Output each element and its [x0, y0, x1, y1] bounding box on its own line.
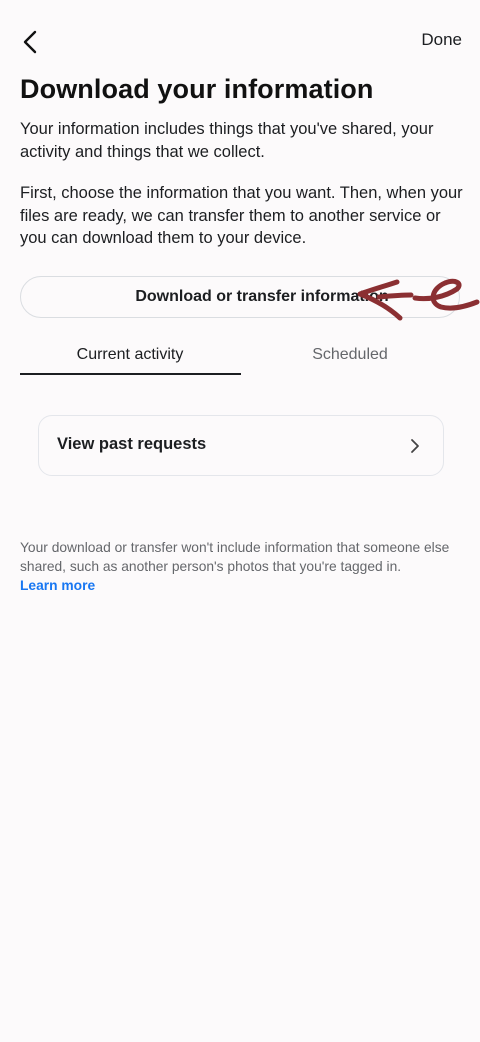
download-or-transfer-label: Download or transfer information: [135, 288, 389, 305]
tab-current-activity[interactable]: Current activity: [20, 336, 240, 374]
chevron-left-icon: [23, 30, 37, 54]
page-title: Download your information: [20, 74, 374, 104]
activity-tabs: Current activity Scheduled: [20, 336, 460, 376]
view-past-requests-button[interactable]: View past requests: [38, 415, 444, 476]
footnote-text: Your download or transfer won't include …: [20, 540, 450, 574]
instructions-paragraph: First, choose the information that you w…: [20, 184, 463, 247]
footnote: Your download or transfer won't include …: [20, 538, 465, 595]
done-button[interactable]: Done: [421, 30, 462, 50]
chevron-right-icon: [411, 439, 419, 453]
learn-more-link[interactable]: Learn more: [20, 576, 465, 595]
intro-paragraph: Your information includes things that yo…: [20, 120, 434, 161]
active-tab-indicator: [20, 373, 241, 375]
download-or-transfer-button[interactable]: Download or transfer information: [20, 276, 460, 318]
back-button[interactable]: [14, 26, 46, 58]
view-past-requests-label: View past requests: [57, 435, 207, 453]
tab-scheduled[interactable]: Scheduled: [240, 336, 460, 374]
top-bar: Done: [0, 0, 480, 80]
